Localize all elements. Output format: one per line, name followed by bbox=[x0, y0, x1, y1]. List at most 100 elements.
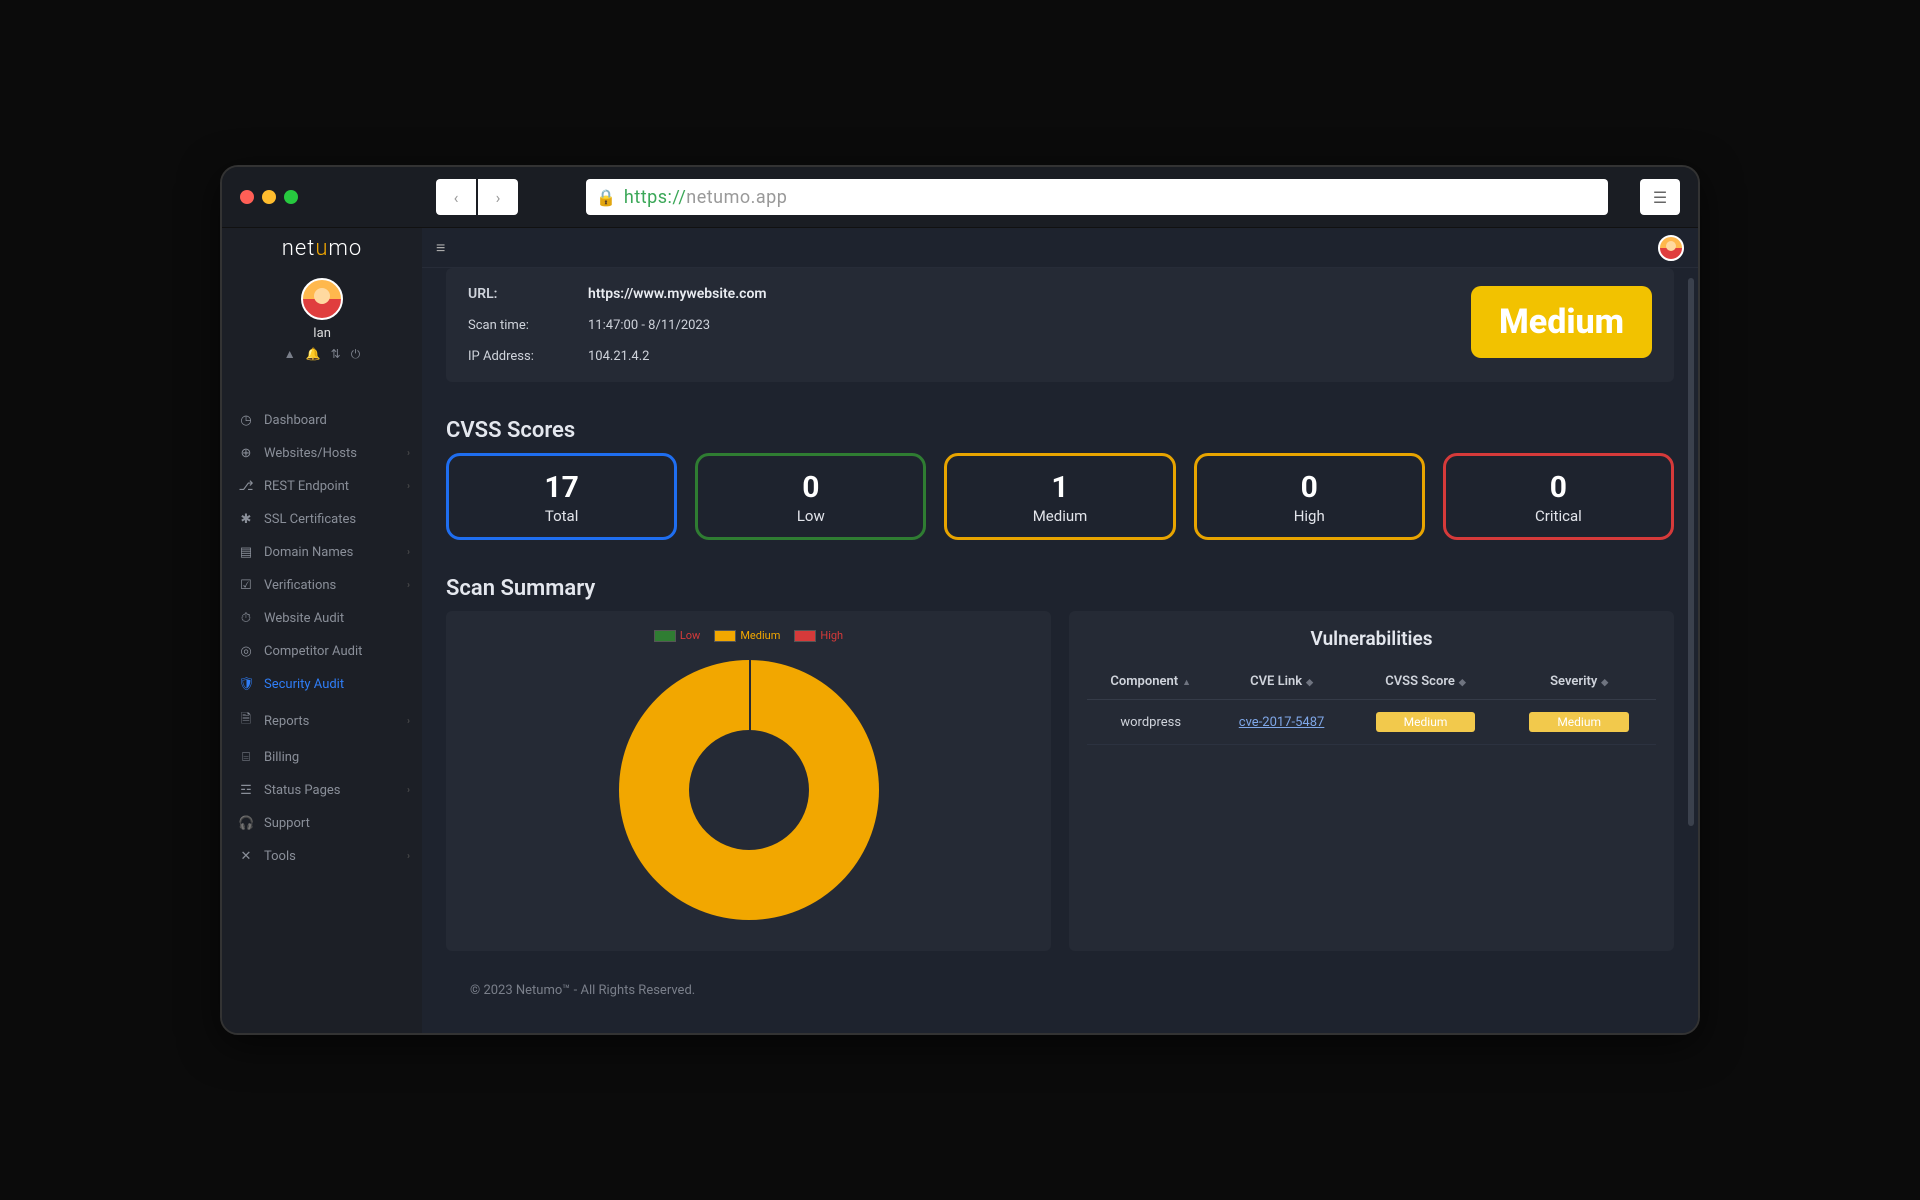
menu-icon: ▤ bbox=[238, 545, 254, 560]
cvss-box-medium: 1Medium bbox=[944, 453, 1175, 540]
sidebar-item-billing[interactable]: ⌸Billing bbox=[222, 741, 422, 774]
sidebar-item-competitor-audit[interactable]: ◎Competitor Audit bbox=[222, 635, 422, 668]
menu-icon: ✕ bbox=[238, 849, 254, 864]
legend-low-label: Low bbox=[680, 629, 700, 642]
sidebar-item-reports[interactable]: 🗎 Reports › bbox=[222, 701, 422, 741]
severity-badge: Medium bbox=[1529, 712, 1629, 732]
cvss-score-row: 17 Total 0 Low 1Medium 0 High 0Critical bbox=[446, 453, 1674, 540]
window-max-dot[interactable] bbox=[284, 190, 298, 204]
sidebar-item-support[interactable]: 🎧 Support bbox=[222, 807, 422, 840]
logo[interactable]: netumo bbox=[222, 228, 422, 268]
sidebar-item-websites-hosts[interactable]: ⊕Websites/Hosts› bbox=[222, 437, 422, 470]
cvss-box-high: 0 High bbox=[1194, 453, 1425, 540]
bell-icon[interactable]: 🔔 bbox=[306, 347, 321, 362]
url-host: netumo.app bbox=[686, 187, 787, 208]
cvss-label: Medium bbox=[947, 507, 1172, 525]
power-icon[interactable]: ⏻ bbox=[351, 347, 361, 362]
menu-icon: ◷ bbox=[238, 413, 254, 428]
menu-icon: 🎧 bbox=[238, 816, 254, 831]
scan-time-value: 11:47:00 - 8/11/2023 bbox=[588, 318, 767, 333]
avatar[interactable] bbox=[301, 278, 343, 320]
chevron-right-icon: › bbox=[407, 851, 410, 862]
summary-two-col: Low Medium High Vulnerabilities bbox=[446, 611, 1674, 951]
url-bar[interactable]: 🔒 https://netumo.app bbox=[586, 179, 1608, 215]
browser-titlebar: ‹ › 🔒 https://netumo.app ☰ bbox=[222, 167, 1698, 227]
url-label: URL: bbox=[468, 286, 588, 302]
cvss-value: 17 bbox=[449, 470, 674, 505]
sidebar-item-security-audit[interactable]: 🛡Security Audit bbox=[222, 668, 422, 701]
menu-label: SSL Certificates bbox=[264, 512, 356, 527]
footer: © 2023 Netumo™ - All Rights Reserved. bbox=[446, 969, 1674, 1002]
window-close-dot[interactable] bbox=[240, 190, 254, 204]
cell-severity: Medium bbox=[1502, 700, 1656, 745]
scrollbar-track[interactable] bbox=[1688, 278, 1694, 963]
col-cve[interactable]: CVE Link◆ bbox=[1214, 664, 1348, 700]
menu-icon: ✱ bbox=[238, 512, 254, 527]
menu-label: Verifications bbox=[264, 578, 336, 593]
col-component[interactable]: Component▲ bbox=[1087, 664, 1214, 700]
menu-icon: 🛡 bbox=[238, 677, 254, 692]
cve-link[interactable]: cve-2017-5487 bbox=[1239, 715, 1325, 730]
nav-back-button[interactable]: ‹ bbox=[436, 179, 476, 215]
menu-label: Dashboard bbox=[264, 413, 327, 428]
lock-icon: 🔒 bbox=[596, 188, 616, 207]
menu-label: Reports bbox=[264, 714, 309, 729]
user-icon[interactable]: ▲ bbox=[284, 347, 296, 362]
nav-forward-button[interactable]: › bbox=[478, 179, 518, 215]
menu-label: Website Audit bbox=[264, 611, 344, 626]
sidebar-item-tools[interactable]: ✕Tools› bbox=[222, 840, 422, 873]
menu-icon: ☲ bbox=[238, 783, 254, 798]
cvss-value: 0 bbox=[1197, 470, 1422, 505]
scrollbar-thumb[interactable] bbox=[1688, 278, 1694, 826]
sort-icon: ◆ bbox=[1306, 678, 1313, 688]
legend-high-label: High bbox=[820, 629, 843, 642]
cvss-value: 0 bbox=[698, 470, 923, 505]
sidebar-item-status-pages[interactable]: ☲Status Pages› bbox=[222, 774, 422, 807]
ip-value: 104.21.4.2 bbox=[588, 349, 767, 364]
chevron-right-icon: › bbox=[407, 716, 410, 727]
sidebar-item-ssl-certificates[interactable]: ✱ SSL Certificates bbox=[222, 503, 422, 536]
cvss-label: Critical bbox=[1446, 507, 1671, 525]
sidebar-item-rest-endpoint[interactable]: ⎇REST Endpoint› bbox=[222, 470, 422, 503]
score-badge: Medium bbox=[1376, 712, 1476, 732]
cvss-label: Total bbox=[449, 507, 674, 525]
menu-icon: 🗎 bbox=[238, 710, 254, 732]
cvss-title: CVSS Scores bbox=[446, 418, 1674, 443]
cvss-label: High bbox=[1197, 507, 1422, 525]
cvss-box-total: 17 Total bbox=[446, 453, 677, 540]
vuln-panel: Vulnerabilities Component▲ CVE Link◆ CVS… bbox=[1069, 611, 1674, 951]
menu-label: REST Endpoint bbox=[264, 479, 349, 494]
col-severity[interactable]: Severity◆ bbox=[1502, 664, 1656, 700]
menu-label: Support bbox=[264, 816, 310, 831]
main: ≡ URL: https://www.mywebsite.com Scan ti… bbox=[422, 228, 1698, 1033]
nav-buttons: ‹ › bbox=[436, 179, 518, 215]
sidebar: netumo Ian ▲ 🔔 ⇅ ⏻ ◷ Dashboard ⊕Websites/H… bbox=[222, 228, 422, 1033]
legend-low: Low bbox=[654, 629, 700, 642]
network-icon[interactable]: ⇅ bbox=[331, 347, 341, 362]
sidebar-item-dashboard[interactable]: ◷ Dashboard bbox=[222, 404, 422, 437]
hamburger-icon[interactable]: ≡ bbox=[436, 238, 445, 258]
sidebar-item-website-audit[interactable]: ⏱Website Audit bbox=[222, 602, 422, 635]
col-score[interactable]: CVSS Score◆ bbox=[1349, 664, 1503, 700]
browser-settings-button[interactable]: ☰ bbox=[1640, 179, 1680, 215]
sidebar-item-verifications[interactable]: ☑Verifications› bbox=[222, 569, 422, 602]
scan-time-label: Scan time: bbox=[468, 318, 588, 333]
donut-legend: Low Medium High bbox=[464, 629, 1033, 642]
cell-score: Medium bbox=[1349, 700, 1503, 745]
username: Ian bbox=[313, 326, 331, 341]
cvss-label: Low bbox=[698, 507, 923, 525]
cvss-box-critical: 0Critical bbox=[1443, 453, 1674, 540]
window-min-dot[interactable] bbox=[262, 190, 276, 204]
sort-icon: ◆ bbox=[1601, 678, 1608, 688]
sort-icon: ▲ bbox=[1182, 678, 1191, 688]
profile-block: Ian ▲ 🔔 ⇅ ⏻ bbox=[222, 268, 422, 376]
donut-chart bbox=[619, 660, 879, 920]
legend-medium: Medium bbox=[714, 629, 780, 642]
legend-medium-label: Medium bbox=[740, 629, 780, 642]
scan-info-grid: URL: https://www.mywebsite.com Scan time… bbox=[468, 286, 767, 364]
menu-label: Billing bbox=[264, 750, 299, 765]
top-avatar[interactable] bbox=[1658, 235, 1684, 261]
sidebar-item-domain-names[interactable]: ▤Domain Names› bbox=[222, 536, 422, 569]
risk-badge: Medium bbox=[1471, 286, 1652, 358]
cell-component: wordpress bbox=[1087, 700, 1214, 745]
